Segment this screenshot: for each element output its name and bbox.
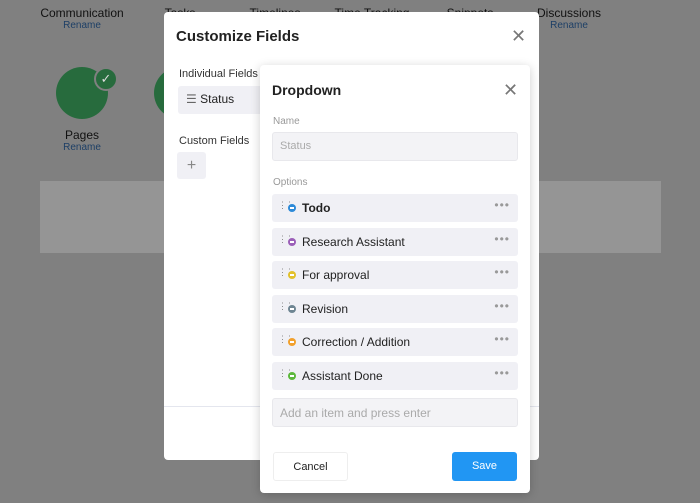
app-name: Pages bbox=[64, 128, 100, 142]
save-button[interactable]: Save bbox=[452, 452, 517, 481]
option-item[interactable]: ⋮⋮ Correction / Addition ••• bbox=[272, 328, 518, 357]
color-dot-icon[interactable] bbox=[288, 338, 296, 347]
options-label: Options bbox=[273, 177, 308, 188]
app-communication: Communication Rename bbox=[32, 0, 132, 31]
color-dot-icon[interactable] bbox=[288, 304, 296, 313]
drag-handle-icon[interactable]: ⋮⋮ bbox=[278, 234, 294, 243]
modal-title: Dropdown bbox=[272, 82, 342, 98]
option-item[interactable]: ⋮⋮ For approval ••• bbox=[272, 261, 518, 290]
more-options-icon[interactable]: ••• bbox=[494, 232, 510, 246]
more-options-icon[interactable]: ••• bbox=[494, 366, 510, 380]
more-options-icon[interactable]: ••• bbox=[494, 332, 510, 346]
check-icon: ✓ bbox=[94, 67, 118, 91]
option-label[interactable]: Assistant Done bbox=[302, 369, 383, 383]
name-input[interactable]: Status bbox=[272, 132, 518, 161]
dropdown-modal: Dropdown ✕ Name Status Options ⋮⋮ Todo •••… bbox=[260, 65, 530, 493]
close-icon[interactable]: ✕ bbox=[511, 26, 526, 47]
cancel-button[interactable]: Cancel bbox=[273, 452, 348, 481]
option-item[interactable]: ⋮⋮ Assistant Done ••• bbox=[272, 362, 518, 390]
drag-handle-icon[interactable]: ⋮⋮ bbox=[278, 335, 294, 344]
option-label[interactable]: Research Assistant bbox=[302, 235, 405, 249]
drag-handle-icon[interactable]: ⋮⋮ bbox=[278, 201, 294, 210]
app-name: Communication bbox=[40, 6, 124, 20]
color-dot-icon[interactable] bbox=[288, 237, 296, 246]
drag-handle-icon[interactable]: ⋮⋮ bbox=[278, 268, 294, 277]
add-item-input[interactable]: Add an item and press enter bbox=[272, 398, 518, 427]
color-dot-icon[interactable] bbox=[288, 271, 296, 280]
more-options-icon[interactable]: ••• bbox=[494, 265, 510, 279]
custom-fields-label: Custom Fields bbox=[179, 135, 250, 147]
option-item[interactable]: ⋮⋮ Research Assistant ••• bbox=[272, 227, 518, 256]
list-icon: ☰ bbox=[186, 92, 197, 106]
modal-title: Customize Fields bbox=[176, 28, 300, 45]
rename-link[interactable]: Rename bbox=[32, 20, 132, 31]
option-label[interactable]: Correction / Addition bbox=[302, 335, 410, 349]
rename-link[interactable]: Rename bbox=[32, 142, 132, 153]
more-options-icon[interactable]: ••• bbox=[494, 198, 510, 212]
field-label: Status bbox=[200, 92, 235, 106]
app-pages: Pages Rename bbox=[32, 122, 132, 153]
option-label[interactable]: Revision bbox=[302, 302, 348, 316]
option-item[interactable]: ⋮⋮ Todo ••• bbox=[272, 194, 518, 222]
drag-handle-icon[interactable]: ⋮⋮ bbox=[278, 369, 294, 378]
option-label[interactable]: Todo bbox=[302, 201, 330, 215]
close-icon[interactable]: ✕ bbox=[503, 80, 518, 101]
add-custom-field-button[interactable]: + bbox=[177, 152, 206, 179]
color-dot-icon[interactable] bbox=[288, 372, 296, 380]
individual-fields-label: Individual Fields bbox=[179, 68, 258, 80]
more-options-icon[interactable]: ••• bbox=[494, 299, 510, 313]
color-dot-icon[interactable] bbox=[288, 204, 296, 212]
option-label[interactable]: For approval bbox=[302, 268, 369, 282]
option-item[interactable]: ⋮⋮ Revision ••• bbox=[272, 294, 518, 323]
name-label: Name bbox=[273, 116, 300, 127]
drag-handle-icon[interactable]: ⋮⋮ bbox=[278, 301, 294, 310]
